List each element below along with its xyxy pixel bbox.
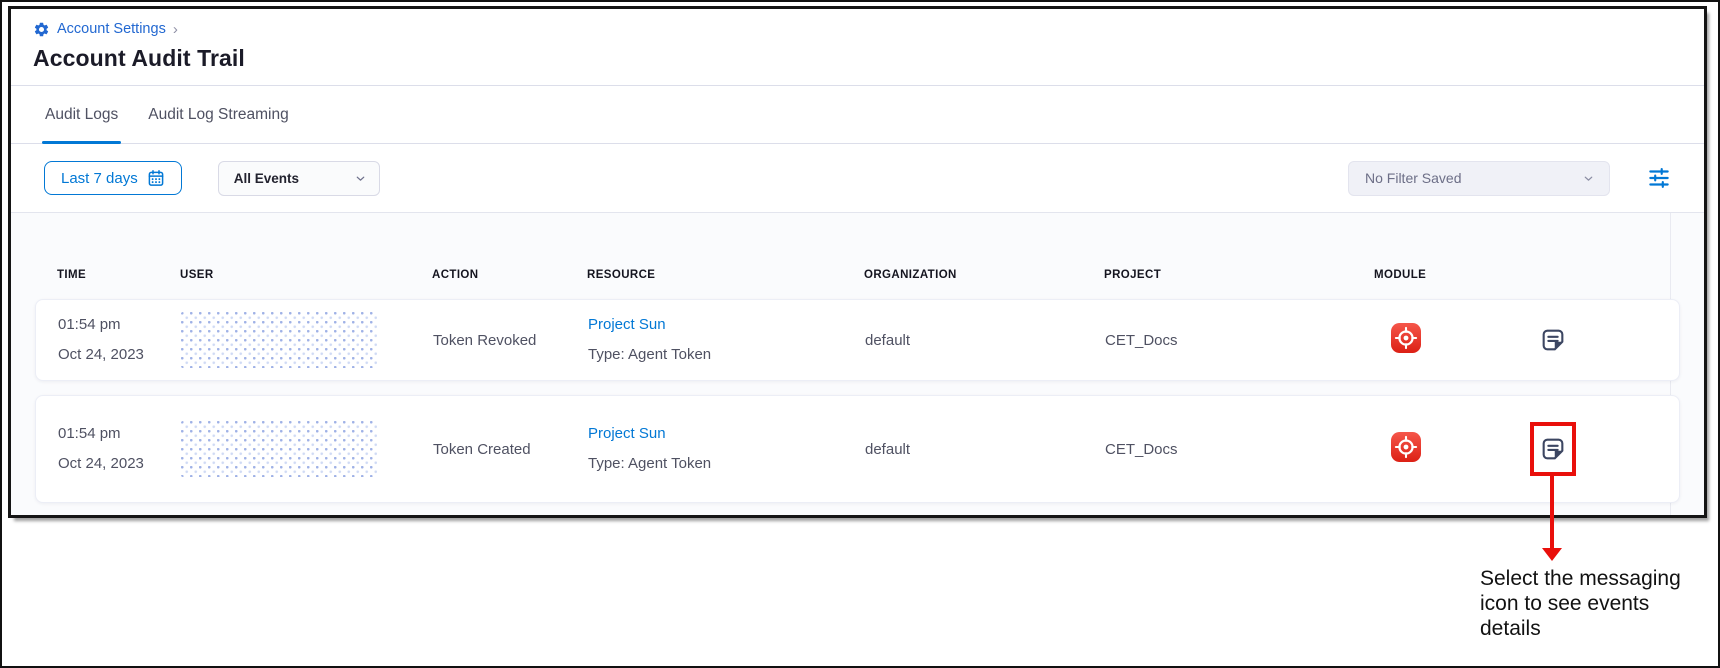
tab-audit-log-streaming[interactable]: Audit Log Streaming	[148, 86, 288, 143]
project-cell: CET_Docs	[1105, 441, 1375, 458]
user-redacted-block	[181, 421, 377, 477]
organization-cell: default	[865, 332, 1105, 349]
saved-filter-value: No Filter Saved	[1365, 170, 1461, 186]
breadcrumb: Account Settings ›	[33, 19, 1682, 39]
message-note-icon[interactable]	[1539, 435, 1567, 463]
page: Account Settings › Account Audit Trail A…	[0, 0, 1720, 668]
project-cell: CET_Docs	[1105, 332, 1375, 349]
organization-cell: default	[865, 441, 1105, 458]
col-header-module: MODULE	[1374, 269, 1538, 281]
cet-target-icon	[1391, 432, 1421, 462]
col-header-user: USER	[180, 269, 432, 281]
col-header-action: ACTION	[432, 269, 587, 281]
event-type-value: All Events	[234, 171, 299, 186]
table-header-row: TIME USER ACTION RESOURCE ORGANIZATION P…	[35, 269, 1680, 281]
col-header-resource: RESOURCE	[587, 269, 864, 281]
annotation-arrow-head	[1542, 548, 1562, 561]
audit-table: TIME USER ACTION RESOURCE ORGANIZATION P…	[11, 212, 1704, 515]
chevron-down-icon	[354, 172, 367, 185]
annotation-highlight-box	[1530, 422, 1576, 476]
breadcrumb-chevron: ›	[173, 21, 178, 38]
cet-target-icon	[1391, 323, 1421, 353]
time-cell: 01:54 pm Oct 24, 2023	[58, 310, 181, 370]
tab-audit-logs[interactable]: Audit Logs	[45, 86, 118, 143]
resource-cell: Project Sun Type: Agent Token	[588, 419, 865, 479]
resource-type: Type: Agent Token	[588, 340, 865, 370]
message-note-icon[interactable]	[1539, 326, 1567, 354]
module-cell	[1375, 323, 1539, 358]
resource-link[interactable]: Project Sun	[588, 419, 865, 449]
table-row[interactable]: 01:54 pm Oct 24, 2023 Token Created Proj…	[35, 395, 1680, 503]
resource-type: Type: Agent Token	[588, 449, 865, 479]
calendar-icon	[147, 169, 165, 187]
breadcrumb-account-settings-link[interactable]: Account Settings	[57, 21, 166, 37]
app-screenshot-frame: Account Settings › Account Audit Trail A…	[8, 6, 1707, 518]
user-cell	[181, 421, 433, 477]
annotation-arrow-line	[1550, 476, 1554, 548]
time-cell: 01:54 pm Oct 24, 2023	[58, 419, 181, 479]
resource-cell: Project Sun Type: Agent Token	[588, 310, 865, 370]
chevron-down-icon	[1582, 172, 1595, 185]
saved-filter-select[interactable]: No Filter Saved	[1348, 161, 1610, 196]
details-cell	[1539, 326, 1679, 354]
col-header-project: PROJECT	[1104, 269, 1374, 281]
date-range-label: Last 7 days	[61, 170, 138, 187]
tab-bar: Audit Logs Audit Log Streaming	[11, 86, 1704, 144]
col-header-organization: ORGANIZATION	[864, 269, 1104, 281]
user-redacted-block	[181, 312, 377, 368]
action-cell: Token Revoked	[433, 332, 588, 349]
resource-link[interactable]: Project Sun	[588, 310, 865, 340]
app-header: Account Settings › Account Audit Trail	[11, 9, 1704, 86]
user-cell	[181, 312, 433, 368]
annotation-caption: Select the messaging icon to see events …	[1480, 566, 1702, 641]
sliders-icon[interactable]	[1644, 163, 1674, 193]
action-cell: Token Created	[433, 441, 588, 458]
date-range-button[interactable]: Last 7 days	[44, 161, 182, 195]
col-header-time: TIME	[57, 269, 180, 281]
filter-toolbar: Last 7 days All Events No Filter Saved	[11, 144, 1704, 212]
page-title: Account Audit Trail	[33, 45, 1682, 72]
event-type-select[interactable]: All Events	[218, 161, 380, 196]
details-cell	[1539, 435, 1679, 463]
module-cell	[1375, 432, 1539, 467]
gear-icon	[33, 21, 50, 38]
table-row[interactable]: 01:54 pm Oct 24, 2023 Token Revoked Proj…	[35, 299, 1680, 381]
